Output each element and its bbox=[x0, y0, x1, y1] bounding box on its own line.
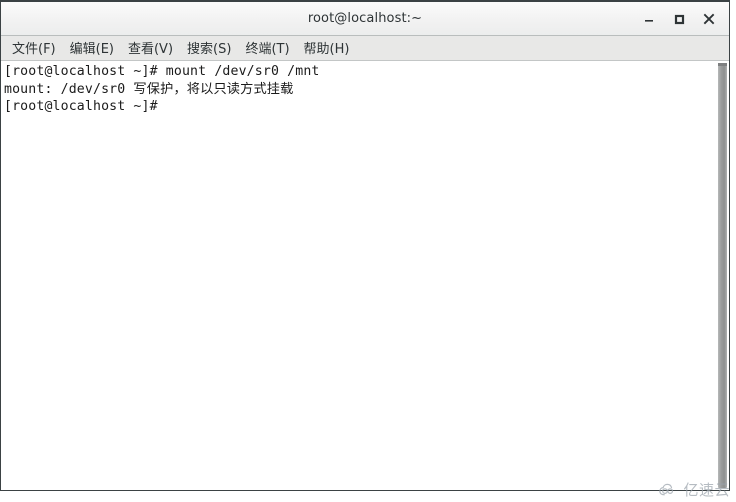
maximize-icon bbox=[674, 14, 685, 25]
menu-item-edit[interactable]: 编辑(E) bbox=[63, 36, 121, 60]
close-button[interactable] bbox=[695, 6, 723, 32]
watermark: 亿速云 bbox=[658, 479, 730, 500]
terminal-line: [root@localhost ~]# bbox=[4, 99, 166, 114]
titlebar[interactable]: root@localhost:~ bbox=[1, 2, 729, 36]
window-title: root@localhost:~ bbox=[307, 11, 423, 26]
scrollbar-thumb[interactable] bbox=[718, 63, 727, 488]
minimize-button[interactable] bbox=[635, 6, 663, 32]
terminal-output[interactable]: [root@localhost ~]# mount /dev/sr0 /mnt … bbox=[1, 61, 714, 490]
menu-item-file[interactable]: 文件(F) bbox=[5, 36, 63, 60]
menu-item-terminal[interactable]: 终端(T) bbox=[238, 36, 296, 60]
minimize-icon bbox=[645, 20, 653, 22]
window-controls bbox=[635, 2, 723, 36]
vertical-scrollbar[interactable] bbox=[714, 61, 729, 490]
close-icon bbox=[703, 13, 715, 25]
terminal-line: mount: /dev/sr0 写保护，将以只读方式挂载 bbox=[4, 81, 294, 97]
terminal-window: root@localhost:~ 文件(F) 编辑(E) 查看(V) 搜索(S)… bbox=[0, 0, 730, 491]
menu-item-search[interactable]: 搜索(S) bbox=[180, 36, 238, 60]
menubar: 文件(F) 编辑(E) 查看(V) 搜索(S) 终端(T) 帮助(H) bbox=[1, 36, 729, 61]
terminal-body: [root@localhost ~]# mount /dev/sr0 /mnt … bbox=[1, 61, 729, 490]
menu-item-view[interactable]: 查看(V) bbox=[121, 36, 180, 60]
menu-item-help[interactable]: 帮助(H) bbox=[297, 36, 357, 60]
maximize-button[interactable] bbox=[665, 6, 693, 32]
cloud-icon bbox=[659, 483, 674, 495]
terminal-line: [root@localhost ~]# mount /dev/sr0 /mnt bbox=[4, 64, 320, 79]
watermark-text: 亿速云 bbox=[683, 481, 730, 499]
